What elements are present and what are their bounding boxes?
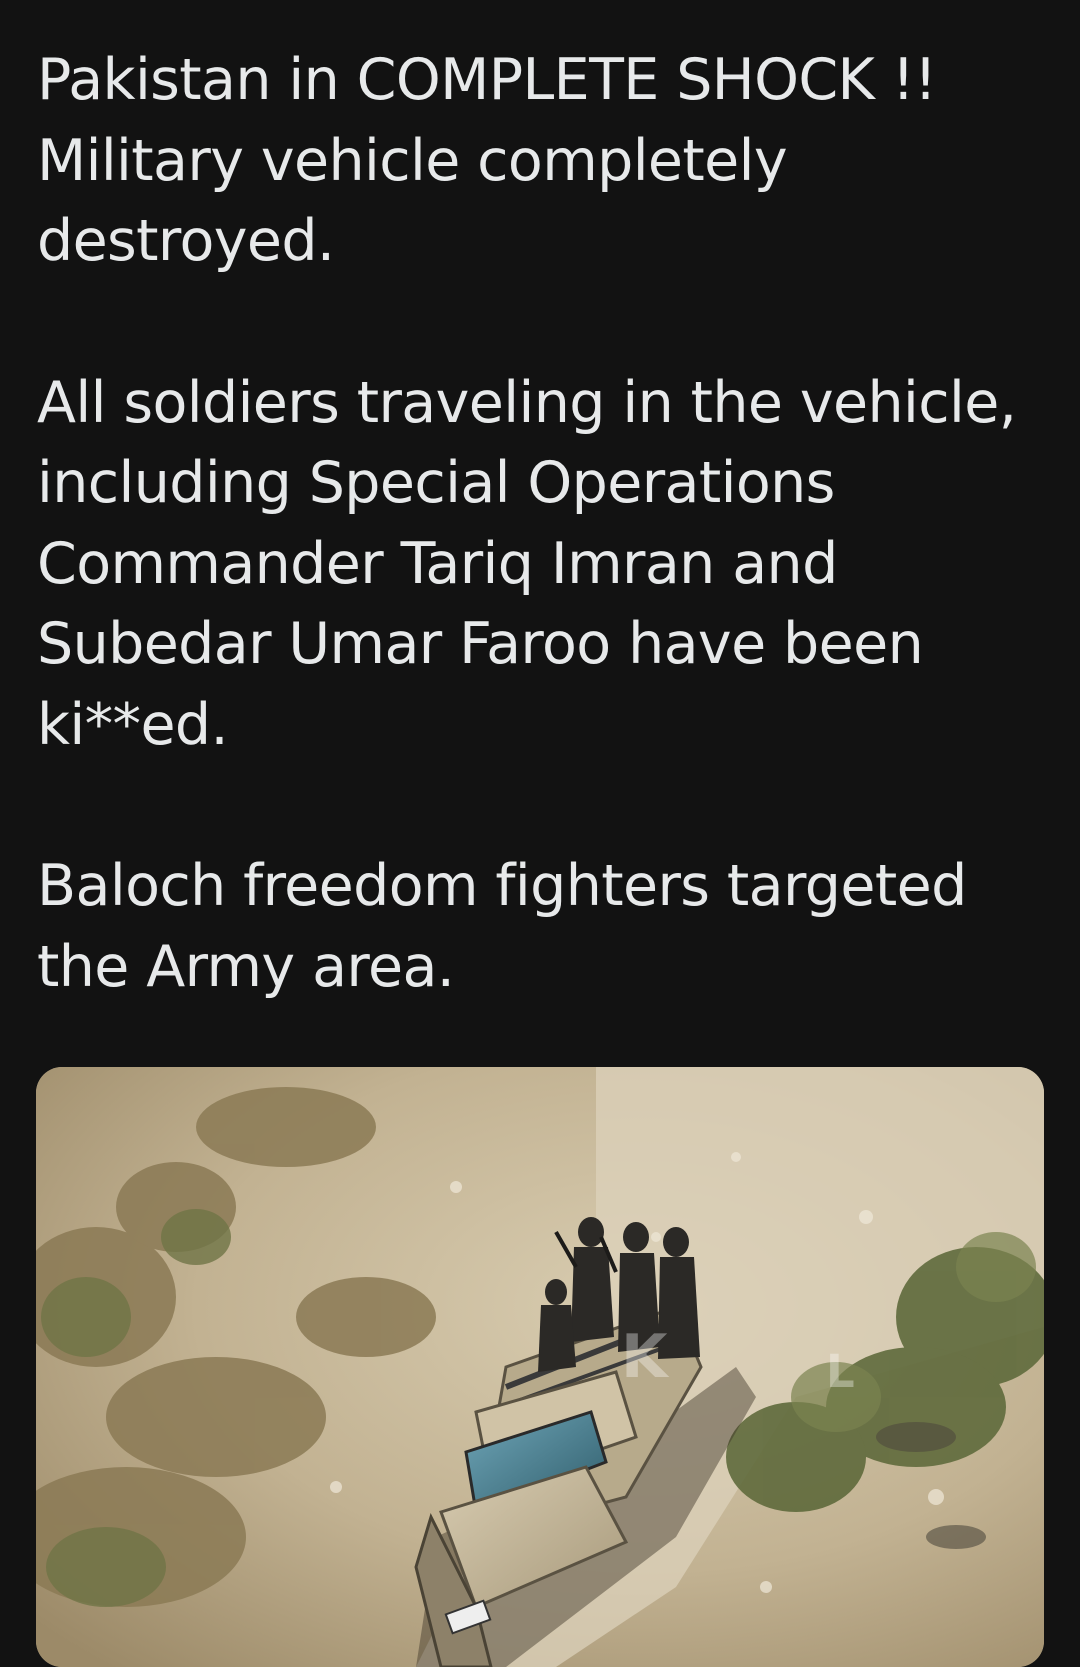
post-line: Subedar Umar Faroo have been xyxy=(37,611,924,677)
post-line: All soldiers traveling in the vehicle, xyxy=(37,369,1017,436)
post-line: Commander Tariq Imran and xyxy=(37,530,838,597)
post-paragraph-3: Baloch freedom fighters targeted the Arm… xyxy=(37,846,1047,1007)
post-line: Military vehicle completely xyxy=(37,127,788,194)
post-line: ki**ed. xyxy=(37,691,229,758)
post-line: Baloch freedom fighters targeted xyxy=(37,853,967,919)
post-line: the Army area. xyxy=(37,933,455,1000)
post-paragraph-2: All soldiers traveling in the vehicle, i… xyxy=(37,363,1047,766)
post-line: destroyed. xyxy=(37,208,335,274)
post-media-video[interactable]: K L xyxy=(36,1067,1044,1667)
post-line: Pakistan in COMPLETE SHOCK !! xyxy=(37,47,937,113)
video-frame-image: K L xyxy=(36,1067,1044,1667)
svg-text:K: K xyxy=(621,1322,670,1392)
post-text: Pakistan in COMPLETE SHOCK !! Military v… xyxy=(37,40,1047,1007)
svg-text:L: L xyxy=(826,1345,855,1398)
post-paragraph-1: Pakistan in COMPLETE SHOCK !! Military v… xyxy=(37,40,1047,282)
post-line: including Special Operations xyxy=(37,450,835,516)
